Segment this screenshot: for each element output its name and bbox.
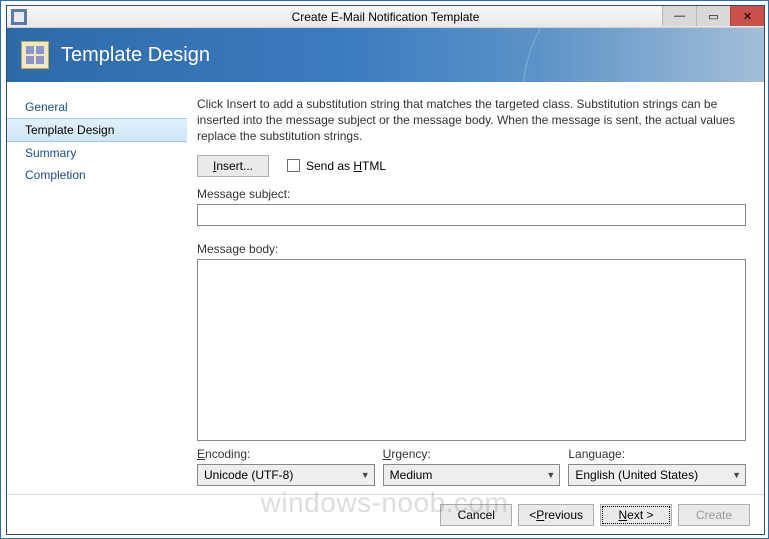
window-title: Create E-Mail Notification Template xyxy=(7,10,764,24)
urgency-select[interactable]: Medium ▼ xyxy=(383,464,561,486)
sidebar-item-template-design[interactable]: Template Design xyxy=(7,118,187,142)
subject-label: Message subject: xyxy=(197,187,746,201)
wizard-sidebar: General Template Design Summary Completi… xyxy=(7,82,187,494)
language-label: Language: xyxy=(568,447,746,461)
send-as-html-label: Send as HTML xyxy=(306,159,386,173)
chevron-down-icon: ▼ xyxy=(361,470,370,480)
encoding-select[interactable]: Unicode (UTF-8) ▼ xyxy=(197,464,375,486)
language-value: English (United States) xyxy=(575,468,698,482)
window-controls: — ▭ ✕ xyxy=(662,6,764,26)
wizard-body: General Template Design Summary Completi… xyxy=(7,82,764,494)
sidebar-item-summary[interactable]: Summary xyxy=(7,142,187,164)
insert-button[interactable]: Insert... xyxy=(197,155,269,177)
wizard-header: Template Design xyxy=(7,28,764,82)
previous-button[interactable]: < Previous xyxy=(518,504,594,526)
next-button[interactable]: Next > xyxy=(600,504,672,526)
close-button[interactable]: ✕ xyxy=(730,6,764,26)
template-icon xyxy=(21,41,49,69)
body-textarea[interactable] xyxy=(197,259,746,441)
urgency-value: Medium xyxy=(390,468,433,482)
urgency-label: Urgency: xyxy=(383,447,561,461)
titlebar: Create E-Mail Notification Template — ▭ … xyxy=(7,6,764,28)
wizard-content: Click Insert to add a substitution strin… xyxy=(187,82,764,494)
body-label: Message body: xyxy=(197,242,746,256)
send-as-html-checkbox[interactable]: Send as HTML xyxy=(287,159,386,173)
subject-input[interactable] xyxy=(197,204,746,226)
create-button: Create xyxy=(678,504,750,526)
checkbox-icon xyxy=(287,159,300,172)
wizard-header-title: Template Design xyxy=(61,44,210,67)
insert-row: Insert... Send as HTML xyxy=(197,155,746,177)
sidebar-item-completion[interactable]: Completion xyxy=(7,164,187,186)
maximize-button[interactable]: ▭ xyxy=(696,6,730,26)
encoding-value: Unicode (UTF-8) xyxy=(204,468,293,482)
chevron-down-icon: ▼ xyxy=(732,470,741,480)
options-row: Encoding: Unicode (UTF-8) ▼ Urgency: Med… xyxy=(197,447,746,486)
chevron-down-icon: ▼ xyxy=(546,470,555,480)
wizard-footer: Cancel < Previous Next > Create xyxy=(7,494,764,534)
outer-frame: Create E-Mail Notification Template — ▭ … xyxy=(0,0,769,539)
instruction-text: Click Insert to add a substitution strin… xyxy=(197,96,746,145)
minimize-button[interactable]: — xyxy=(662,6,696,26)
dialog-window: Create E-Mail Notification Template — ▭ … xyxy=(6,5,765,535)
encoding-label: Encoding: xyxy=(197,447,375,461)
sidebar-item-general[interactable]: General xyxy=(7,96,187,118)
language-select[interactable]: English (United States) ▼ xyxy=(568,464,746,486)
cancel-button[interactable]: Cancel xyxy=(440,504,512,526)
